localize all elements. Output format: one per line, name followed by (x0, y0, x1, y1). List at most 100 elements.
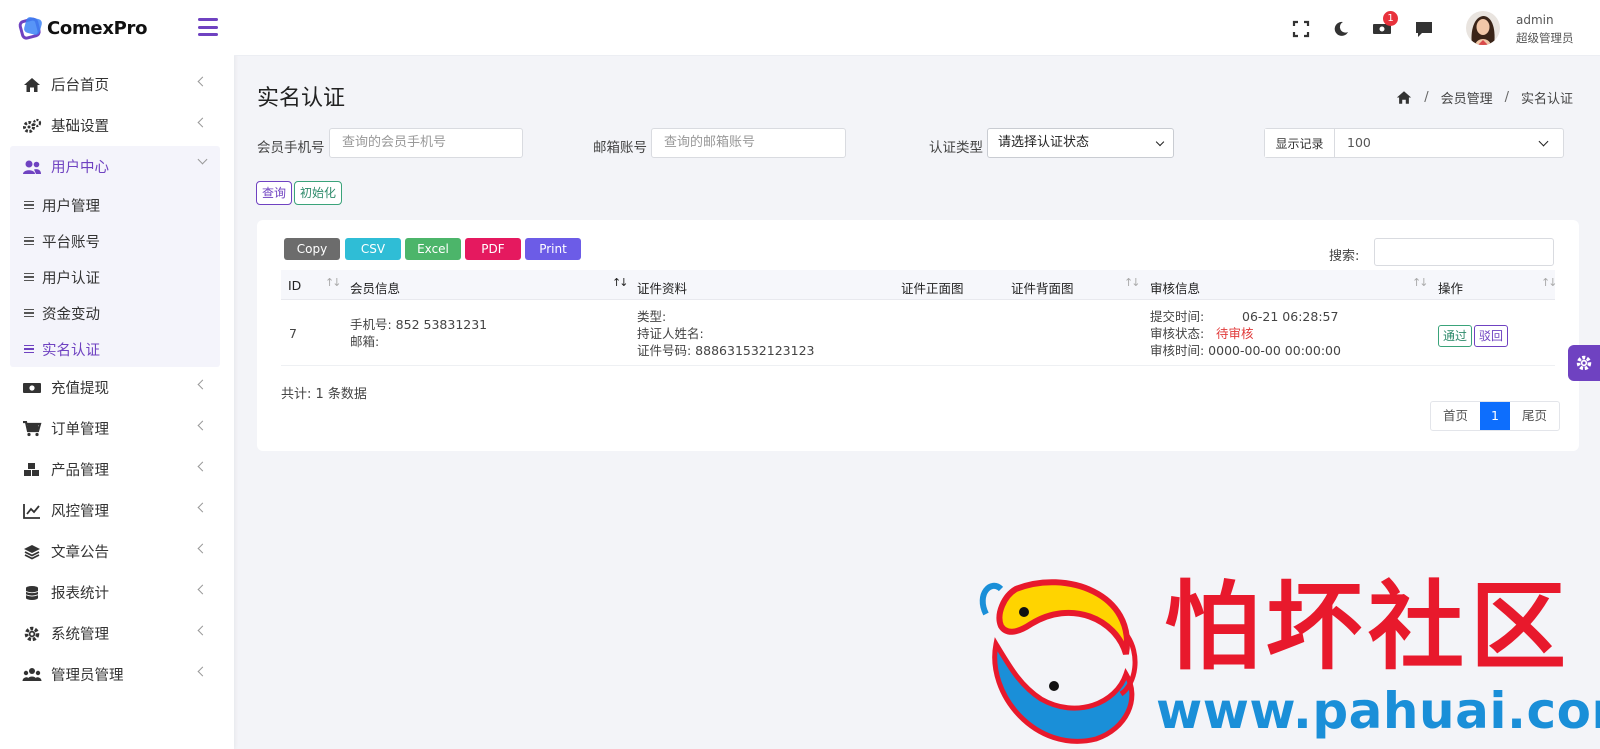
message-icon[interactable] (1415, 20, 1433, 38)
coins-icon (22, 584, 42, 602)
moon-icon[interactable] (1332, 20, 1350, 38)
pager-last[interactable]: 尾页 (1510, 402, 1559, 430)
sort-icon[interactable]: ↑↓ (1124, 276, 1141, 289)
pager-first[interactable]: 首页 (1431, 402, 1480, 430)
sidebar-item-articles[interactable]: 文章公告 (0, 531, 234, 572)
phone-search-input[interactable]: 查询的会员手机号 (329, 128, 523, 158)
chevron-left-icon (197, 502, 208, 513)
sidebar-item-user-center[interactable]: 用户中心 (10, 146, 220, 187)
gear-icon (1576, 355, 1592, 371)
sidebar-item-label: 后台首页 (51, 78, 109, 94)
sort-icon[interactable]: ↑↓ (1541, 276, 1558, 289)
copy-button[interactable]: Copy (284, 238, 340, 260)
status-badge: 待审核 (1216, 326, 1254, 341)
fullscreen-icon[interactable] (1292, 20, 1310, 38)
chevron-left-icon (197, 76, 208, 87)
cell-status-label: 审核状态: (1150, 326, 1205, 341)
sidebar-group-user-center: 用户中心 用户管理 平台账号 用户认证 资金变动 实名认证 (10, 146, 220, 367)
page-size-value: 100 (1347, 135, 1371, 150)
table-row: 7 手机号: 852 53831231 邮箱: 类型: 持证人姓名: 证件号码:… (281, 300, 1555, 366)
excel-button[interactable]: Excel (405, 238, 461, 260)
column-header-front-image[interactable]: 证件正面图 (901, 278, 964, 297)
brand-logo-icon (18, 17, 42, 40)
brand-name: ComexPro (47, 17, 148, 39)
list-icon (24, 200, 34, 210)
column-header-review[interactable]: 审核信息 (1150, 278, 1200, 297)
type-filter-label: 认证类型 (929, 140, 983, 156)
breadcrumb-item[interactable]: 会员管理 (1441, 88, 1493, 107)
sidebar-item-label: 产品管理 (51, 463, 109, 479)
sidebar-item-orders[interactable]: 订单管理 (0, 408, 234, 449)
sort-icon[interactable]: ↑↓ (1412, 276, 1429, 289)
sidebar-item-label: 系统管理 (51, 627, 109, 643)
sidebar-subitem-user-verification[interactable]: 用户认证 (10, 259, 220, 295)
page-size-label: 显示记录 (1265, 129, 1335, 157)
sidebar-item-label: 风控管理 (51, 504, 109, 520)
reject-button[interactable]: 驳回 (1474, 325, 1509, 347)
verification-type-select[interactable]: 请选择认证状态 (987, 128, 1174, 158)
list-icon (24, 308, 34, 318)
column-header-id[interactable]: ID (288, 278, 301, 293)
email-search-input[interactable]: 查询的邮箱账号 (651, 128, 846, 158)
sort-icon[interactable]: ↑↓ (612, 276, 629, 289)
sidebar-item-products[interactable]: 产品管理 (0, 449, 234, 490)
user-role: 超级管理员 (1516, 31, 1574, 45)
pdf-button[interactable]: PDF (465, 238, 521, 260)
cell-doc-holder: 持证人姓名: (637, 326, 704, 341)
column-header-member[interactable]: 会员信息 (350, 278, 400, 297)
chevron-left-icon (197, 584, 208, 595)
sidebar-item-settings[interactable]: 基础设置 (0, 105, 234, 146)
phone-filter-label: 会员手机号 (257, 140, 325, 156)
breadcrumb-item-current: 实名认证 (1520, 92, 1573, 107)
sidebar-item-system[interactable]: 系统管理 (0, 613, 234, 654)
query-button[interactable]: 查询 (256, 181, 293, 205)
column-header-actions[interactable]: 操作 (1438, 278, 1463, 297)
column-header-documents[interactable]: 证件资料 (637, 278, 687, 297)
cell-phone: 手机号: 852 53831231 (350, 317, 488, 332)
sidebar-item-label: 文章公告 (51, 545, 109, 561)
pager-current-page[interactable]: 1 (1480, 402, 1510, 430)
list-icon (24, 344, 34, 354)
reset-button[interactable]: 初始化 (294, 181, 343, 205)
cell-email: 邮箱: (350, 334, 380, 349)
sidebar-item-label: 基础设置 (51, 119, 109, 135)
chevron-down-icon (197, 154, 208, 165)
list-icon (24, 272, 34, 282)
data-card: Copy CSV Excel PDF Print 搜索: ID ↑↓ 会员信息 … (257, 220, 1579, 451)
csv-button[interactable]: CSV (345, 238, 401, 260)
sidebar-subitem-label: 用户管理 (42, 198, 100, 215)
settings-panel-toggle[interactable] (1568, 345, 1600, 381)
chevron-down-icon (1155, 137, 1165, 147)
sidebar-subitem-user-management[interactable]: 用户管理 (10, 187, 220, 223)
layers-icon (22, 543, 42, 561)
breadcrumb: / 会员管理 / 实名认证 (1396, 88, 1573, 107)
chevron-left-icon (197, 666, 208, 677)
home-icon[interactable] (1396, 90, 1412, 105)
menu-toggle-icon[interactable] (198, 18, 218, 36)
sidebar-nav: 后台首页 基础设置 用户中心 用户管理 平台账号 用户认证 资金变动 实名认证 … (0, 56, 234, 695)
cell-doc-type: 类型: (637, 309, 667, 324)
sidebar-subitem-real-name[interactable]: 实名认证 (10, 331, 220, 367)
chevron-left-icon (197, 543, 208, 554)
cell-submit-time-label: 提交时间: (1150, 309, 1205, 324)
sidebar-subitem-fund-changes[interactable]: 资金变动 (10, 295, 220, 331)
cart-icon (22, 420, 42, 438)
sidebar-item-reports[interactable]: 报表统计 (0, 572, 234, 613)
table-search-input[interactable] (1374, 238, 1554, 266)
sort-icon[interactable]: ↑↓ (325, 276, 342, 289)
watermark-url: www.pahuai.com (1156, 682, 1600, 740)
page-size-select[interactable]: 显示记录 100 (1264, 128, 1564, 158)
cell-review-time: 审核时间: 0000-00-00 00:00:00 (1150, 343, 1341, 358)
brand[interactable]: ComexPro (0, 0, 234, 56)
approve-button[interactable]: 通过 (1438, 325, 1473, 347)
avatar[interactable] (1466, 11, 1500, 45)
sidebar-subitem-platform-accounts[interactable]: 平台账号 (10, 223, 220, 259)
page-title: 实名认证 (257, 86, 346, 111)
sidebar-item-risk-control[interactable]: 风控管理 (0, 490, 234, 531)
sidebar-item-home[interactable]: 后台首页 (0, 64, 234, 105)
sidebar-item-admins[interactable]: 管理员管理 (0, 654, 234, 695)
chevron-down-icon (1538, 136, 1549, 147)
print-button[interactable]: Print (525, 238, 581, 260)
column-header-back-image[interactable]: 证件背面图 (1011, 278, 1074, 297)
sidebar-item-deposit-withdraw[interactable]: 充值提现 (0, 367, 234, 408)
